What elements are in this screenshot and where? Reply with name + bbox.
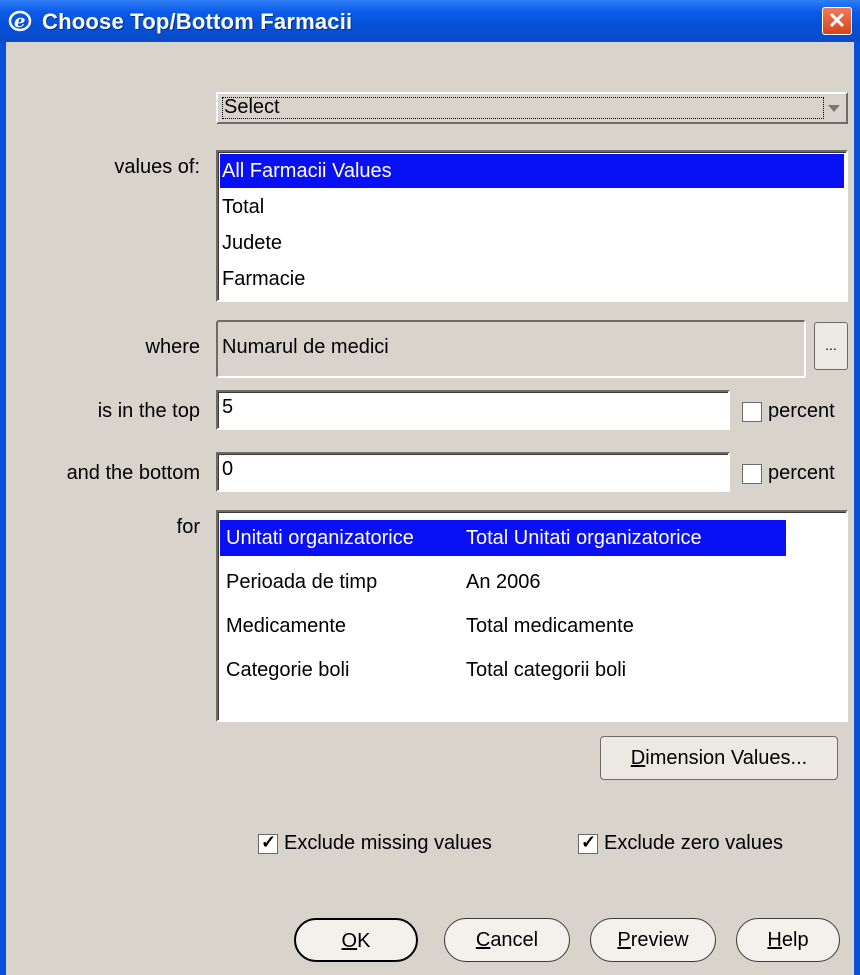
preview-mnemonic: P: [617, 929, 631, 951]
help-button[interactable]: Help: [736, 918, 840, 962]
values-of-item[interactable]: Total: [220, 190, 844, 224]
check-icon: ✓: [261, 832, 277, 852]
dimension-values-mnemonic: D: [630, 747, 646, 769]
dimension-name: Categorie boli: [226, 659, 350, 681]
ok-label: K: [357, 930, 371, 952]
for-dimensions-list[interactable]: Unitati organizatorice Total Unitati orga…: [216, 510, 848, 722]
dimension-values-label: imension Values...: [645, 747, 808, 769]
cancel-mnemonic: C: [475, 929, 491, 951]
dimension-values-button[interactable]: Dimension Values...: [600, 736, 838, 780]
dimension-name: Unitati organizatorice: [226, 527, 414, 549]
values-of-item[interactable]: Farmacie: [220, 262, 844, 296]
cancel-label: ancel: [490, 929, 539, 951]
dimension-value: Total categorii boli: [466, 659, 627, 681]
top-value: 5: [222, 396, 234, 418]
for-dimension-row[interactable]: Unitati organizatorice Total Unitati orga…: [220, 520, 786, 556]
for-dimension-row[interactable]: Categorie boli Total categorii boli: [220, 652, 820, 688]
dimension-name: Medicamente: [226, 615, 347, 637]
focus-rect: [222, 97, 824, 119]
top-percent-checkbox[interactable]: [742, 402, 762, 422]
exclude-zero-label: Exclude zero values: [604, 832, 783, 854]
where-browse-button[interactable]: ...: [814, 322, 848, 370]
where-label: where: [145, 336, 200, 358]
help-label: elp: [781, 929, 809, 951]
cancel-button[interactable]: Cancel: [444, 918, 570, 962]
close-button[interactable]: ✕: [822, 7, 852, 35]
values-of-item[interactable]: All Farmacii Values: [220, 154, 844, 188]
internet-explorer-icon: e: [8, 10, 32, 32]
help-mnemonic: H: [767, 929, 782, 951]
dimension-value: An 2006: [466, 571, 541, 593]
window-title: Choose Top/Bottom Farmacii: [42, 9, 353, 34]
top-input[interactable]: 5: [216, 390, 730, 430]
dimension-name: Perioada de timp: [226, 571, 378, 593]
ok-button[interactable]: OK: [294, 918, 418, 962]
chevron-down-icon[interactable]: [828, 105, 840, 112]
exclude-zero-checkbox[interactable]: ✓: [578, 832, 598, 854]
bottom-value: 0: [222, 458, 234, 480]
where-value: Numarul de medici: [222, 336, 389, 358]
for-dimension-row[interactable]: Medicamente Total medicamente: [220, 608, 820, 644]
bottom-input[interactable]: 0: [216, 452, 730, 492]
values-of-list[interactable]: All Farmacii Values Total Judete Farmacie: [216, 150, 848, 302]
select-dropdown-value: Select: [224, 96, 280, 118]
bottom-label: and the bottom: [66, 462, 200, 484]
where-field: Numarul de medici: [216, 320, 806, 378]
dimension-value: Total Unitati organizatorice: [466, 527, 702, 549]
dialog-window: e Choose Top/Bottom Farmacii ✕ Select va…: [0, 0, 860, 975]
dimension-value: Total medicamente: [466, 615, 634, 637]
for-label: for: [176, 516, 200, 538]
exclude-missing-checkbox[interactable]: ✓: [258, 832, 278, 854]
select-dropdown[interactable]: Select: [216, 92, 848, 124]
bottom-percent-label: percent: [768, 462, 835, 484]
check-icon: ✓: [581, 832, 597, 852]
values-of-label: values of:: [114, 156, 200, 178]
values-of-item[interactable]: Judete: [220, 226, 844, 260]
title-bar[interactable]: e Choose Top/Bottom Farmacii ✕: [0, 0, 860, 42]
top-percent-label: percent: [768, 400, 835, 422]
top-label: is in the top: [97, 400, 200, 422]
svg-text:e: e: [14, 11, 25, 32]
bottom-percent-checkbox[interactable]: [742, 464, 762, 484]
preview-button[interactable]: Preview: [590, 918, 716, 962]
preview-label: review: [630, 929, 689, 951]
exclude-missing-label: Exclude missing values: [284, 832, 492, 854]
ok-mnemonic: O: [341, 930, 358, 952]
for-dimension-row[interactable]: Perioada de timp An 2006: [220, 564, 820, 600]
